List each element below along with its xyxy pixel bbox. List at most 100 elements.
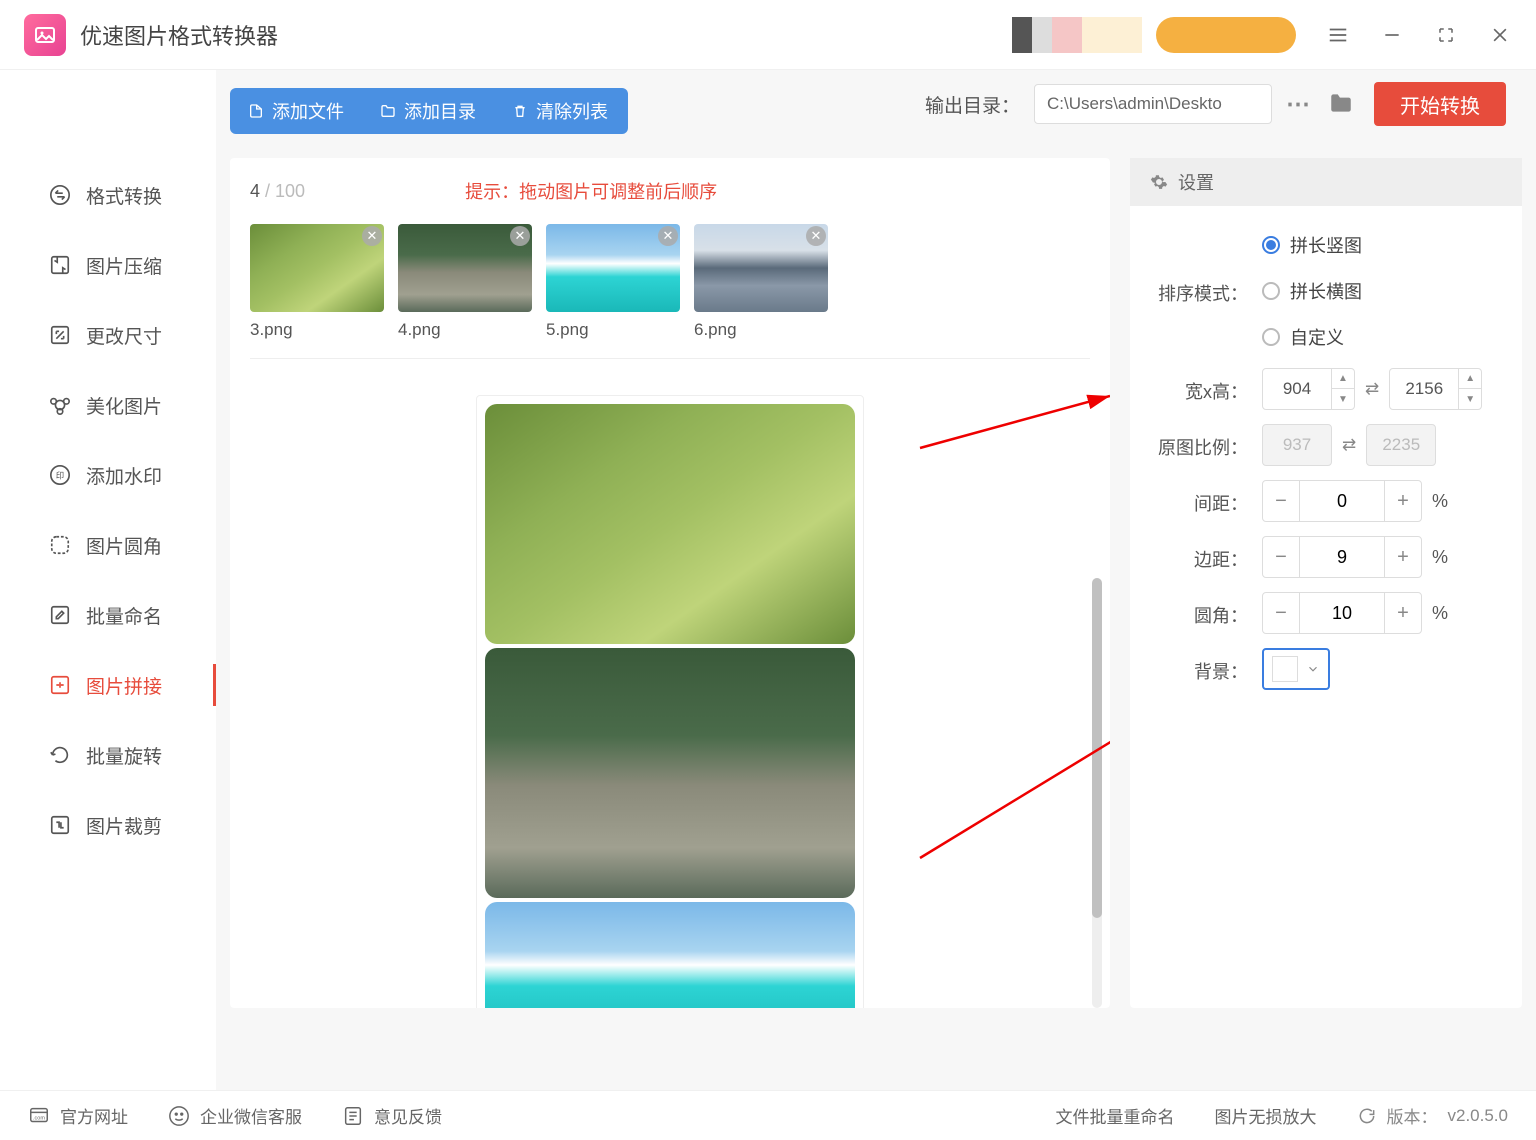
thumbnail[interactable]: ✕ 4.png [398,224,532,340]
width-down[interactable]: ▼ [1332,389,1354,409]
sidebar-item-compress[interactable]: 图片压缩 [0,230,216,300]
ratio-label: 原图比例： [1148,430,1248,460]
swap-icon [48,183,72,207]
sidebar-label: 批量命名 [86,602,162,629]
radio-custom[interactable]: 自定义 [1262,324,1362,350]
wh-label: 宽x高： [1148,374,1248,404]
gap-plus[interactable]: + [1385,481,1421,521]
preview-panel [476,395,864,1008]
height-up[interactable]: ▲ [1459,369,1481,389]
corner-icon [48,533,72,557]
margin-minus[interactable]: − [1263,537,1299,577]
bg-label: 背景： [1148,654,1248,684]
preview-image-1 [485,404,855,644]
annotation-arrow-2 [910,708,1110,868]
rotate-icon [48,743,72,767]
gap-minus[interactable]: − [1263,481,1299,521]
margin-plus[interactable]: + [1385,537,1421,577]
sidebar-label: 美化图片 [86,392,162,419]
svg-text:印: 印 [56,471,64,481]
swap-icon: ⇄ [1342,435,1356,455]
thumb-close-button[interactable]: ✕ [806,226,826,246]
sidebar-label: 图片拼接 [86,672,162,699]
sidebar-label: 更改尺寸 [86,322,162,349]
clear-list-button[interactable]: 清除列表 [494,98,626,124]
maximize-button[interactable] [1434,23,1458,47]
thumb-close-button[interactable]: ✕ [658,226,678,246]
resize-icon [48,323,72,347]
hamburger-icon[interactable] [1326,23,1350,47]
width-up[interactable]: ▲ [1332,369,1354,389]
add-file-button[interactable]: 添加文件 [230,98,362,124]
compress-icon [48,253,72,277]
footer-lossless-link[interactable]: 图片无损放大 [1215,1103,1317,1128]
sidebar: 格式转换 图片压缩 更改尺寸 美化图片 印 添加水印 图片圆角 批量命名 图片拼接… [0,70,216,1090]
app-title: 优速图片格式转换器 [80,19,278,51]
margin-input[interactable] [1299,537,1385,577]
sidebar-item-crop[interactable]: 图片裁剪 [0,790,216,860]
file-count: 4 / 100 [250,181,305,202]
thumbnail[interactable]: ✕ 5.png [546,224,680,340]
open-folder-button[interactable] [1326,90,1360,118]
radius-label: 圆角： [1148,598,1248,628]
sidebar-item-format[interactable]: 格式转换 [0,160,216,230]
thumbnail[interactable]: ✕ 6.png [694,224,828,340]
svg-text:.com: .com [33,1115,45,1121]
footer-site[interactable]: .com官方网址 [28,1103,128,1128]
app-logo [24,14,66,56]
minimize-button[interactable] [1380,23,1404,47]
add-dir-button[interactable]: 添加目录 [362,98,494,124]
scrollbar[interactable] [1092,578,1102,1008]
chevron-down-icon [1306,662,1320,676]
close-button[interactable] [1488,23,1512,47]
user-blur-block [1012,17,1296,53]
sidebar-item-beautify[interactable]: 美化图片 [0,370,216,440]
start-convert-button[interactable]: 开始转换 [1374,82,1506,126]
radio-vertical[interactable]: 拼长竖图 [1262,232,1362,258]
radius-plus[interactable]: + [1385,593,1421,633]
gear-icon [1150,173,1168,191]
sidebar-label: 批量旋转 [86,742,162,769]
sidebar-item-stitch[interactable]: 图片拼接 [0,650,216,720]
action-toolbar: 添加文件 添加目录 清除列表 [230,88,628,134]
output-path-input[interactable] [1034,84,1272,124]
version-info[interactable]: 版本：v2.0.5.0 [1357,1103,1509,1128]
swap-icon[interactable]: ⇄ [1365,379,1379,399]
height-down[interactable]: ▼ [1459,389,1481,409]
sidebar-item-rename[interactable]: 批量命名 [0,580,216,650]
rename-icon [48,603,72,627]
sidebar-label: 图片裁剪 [86,812,162,839]
thumb-close-button[interactable]: ✕ [362,226,382,246]
thumb-close-button[interactable]: ✕ [510,226,530,246]
thumb-filename: 6.png [694,320,828,340]
height-input[interactable]: ▲▼ [1389,368,1482,410]
sidebar-label: 格式转换 [86,182,162,209]
watermark-icon: 印 [48,463,72,487]
footer-wechat[interactable]: 企业微信客服 [168,1103,302,1128]
crop-icon [48,813,72,837]
sidebar-item-corner[interactable]: 图片圆角 [0,510,216,580]
thumb-filename: 4.png [398,320,532,340]
gap-input[interactable] [1299,481,1385,521]
thumb-filename: 5.png [546,320,680,340]
drag-hint: 提示：拖动图片可调整前后顺序 [465,178,717,204]
output-label: 输出目录： [925,91,1020,118]
preview-image-3 [485,902,855,1008]
thumbnail[interactable]: ✕3.png [250,224,384,340]
footer-rename-link[interactable]: 文件批量重命名 [1056,1103,1175,1128]
ratio-h-input [1366,424,1436,466]
beautify-icon [48,393,72,417]
width-input[interactable]: ▲▼ [1262,368,1355,410]
ratio-w-input [1262,424,1332,466]
bg-color-picker[interactable] [1262,648,1330,690]
radius-minus[interactable]: − [1263,593,1299,633]
sidebar-item-rotate[interactable]: 批量旋转 [0,720,216,790]
preview-image-2 [485,648,855,898]
browse-button[interactable]: ⋯ [1286,90,1312,119]
sidebar-item-watermark[interactable]: 印 添加水印 [0,440,216,510]
sidebar-label: 添加水印 [86,462,162,489]
radio-horizontal[interactable]: 拼长横图 [1262,278,1362,304]
footer-feedback[interactable]: 意见反馈 [342,1103,442,1128]
radius-input[interactable] [1299,593,1385,633]
sidebar-item-resize[interactable]: 更改尺寸 [0,300,216,370]
